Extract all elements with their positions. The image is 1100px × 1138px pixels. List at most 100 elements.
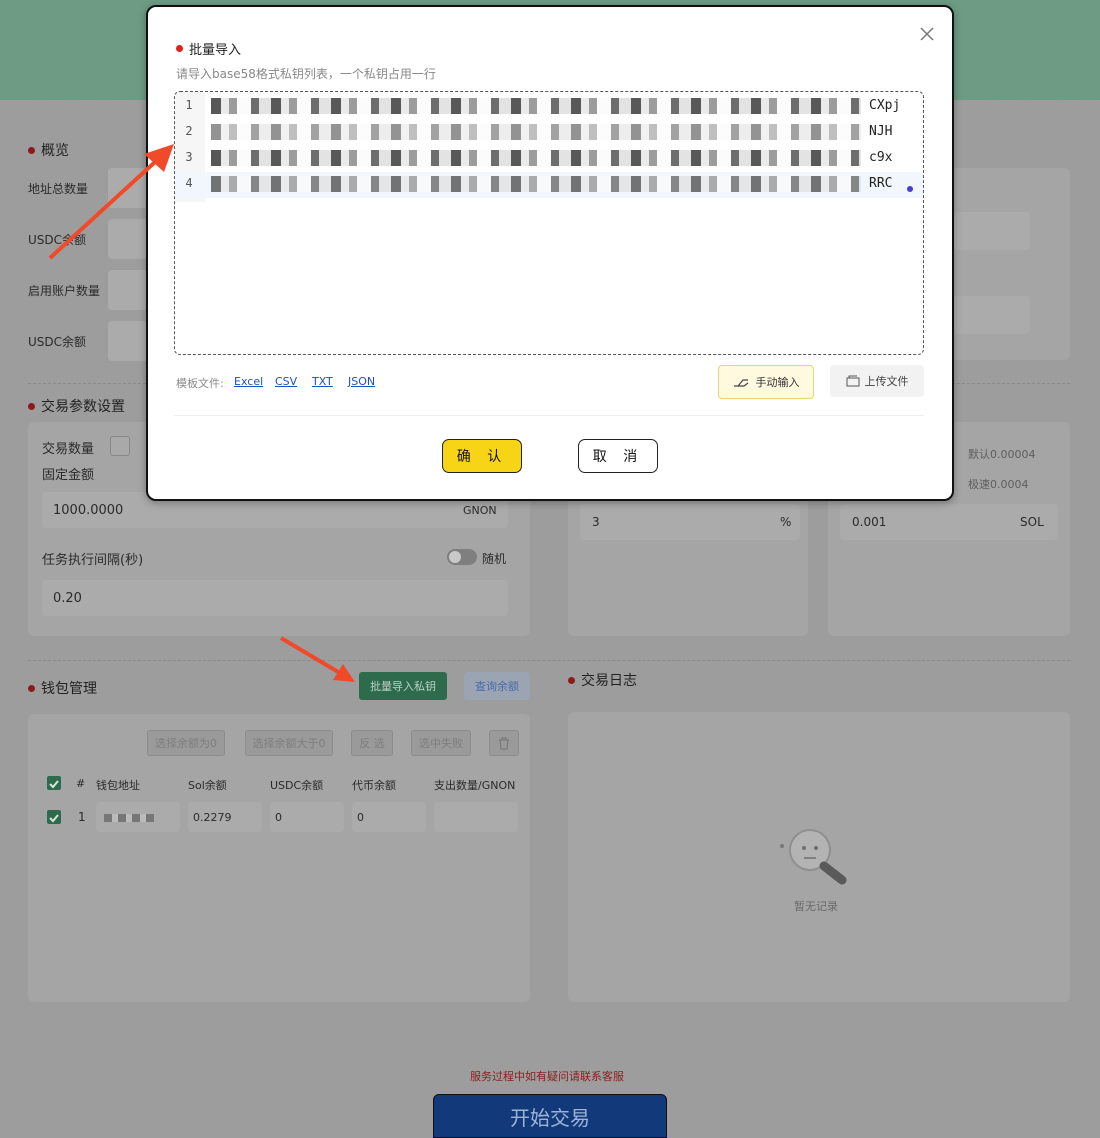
delete-button[interactable] bbox=[489, 730, 519, 756]
redacted-key bbox=[211, 98, 861, 114]
select-all-checkbox[interactable] bbox=[47, 776, 61, 790]
modal-divider bbox=[174, 415, 924, 416]
overview-row-label: USDC余额 bbox=[28, 335, 87, 349]
close-button[interactable] bbox=[918, 25, 936, 43]
key-tail: RRC bbox=[869, 176, 893, 191]
template-txt-link[interactable]: TXT bbox=[312, 375, 333, 388]
trash-icon bbox=[499, 736, 509, 750]
overview-field bbox=[108, 270, 148, 310]
editor-line-active: 4 RRC bbox=[175, 172, 923, 198]
interval-label: 任务执行间隔(秒) bbox=[42, 553, 144, 568]
divider bbox=[28, 660, 1070, 661]
log-empty-text: 暂无记录 bbox=[794, 900, 838, 913]
log-title: 交易日志 bbox=[568, 670, 637, 690]
toggle-knob bbox=[449, 551, 461, 563]
upload-icon bbox=[846, 375, 859, 387]
redacted-address bbox=[104, 814, 154, 822]
col-sol: Sol余额 bbox=[188, 779, 227, 792]
modal-title: 批量导入 bbox=[176, 39, 241, 58]
quantity-label: 交易数量 bbox=[42, 442, 95, 457]
random-label: 随机 bbox=[482, 552, 507, 566]
bullet-icon bbox=[28, 146, 35, 154]
template-excel-link[interactable]: Excel bbox=[234, 375, 263, 388]
random-toggle[interactable] bbox=[447, 549, 477, 565]
manual-input-button[interactable]: 手动输入 bbox=[718, 365, 814, 399]
row-token: 0 bbox=[357, 811, 364, 824]
fixed-amount-label: 固定金额 bbox=[42, 468, 95, 483]
batch-import-button[interactable]: 批量导入私钥 bbox=[359, 672, 447, 700]
overview-row-label: 地址总数量 bbox=[28, 182, 89, 196]
slippage-value: 3 bbox=[592, 515, 600, 529]
fee-default-option[interactable]: 默认0.00004 bbox=[968, 446, 1036, 462]
template-json-link[interactable]: JSON bbox=[348, 375, 375, 388]
close-icon bbox=[920, 27, 934, 41]
editor-line: 2 NJH bbox=[175, 120, 923, 146]
upload-file-button[interactable]: 上传文件 bbox=[830, 365, 924, 397]
check-icon bbox=[49, 780, 59, 789]
interval-input[interactable] bbox=[42, 580, 508, 616]
overview-field bbox=[108, 168, 148, 208]
line-number: 3 bbox=[185, 150, 193, 164]
template-csv-link[interactable]: CSV bbox=[275, 375, 297, 388]
col-usdc: USDC余额 bbox=[270, 779, 324, 792]
redacted-key bbox=[211, 150, 861, 166]
row-sol: 0.2279 bbox=[193, 811, 232, 824]
fee-value: 0.001 bbox=[852, 515, 887, 529]
modal-subtitle: 请导入base58格式私钥列表，一个私钥占用一行 bbox=[176, 67, 436, 81]
row-spend-input[interactable] bbox=[434, 802, 518, 832]
amount-unit: GNON bbox=[463, 504, 497, 517]
overview-row-label: USDC余额 bbox=[28, 233, 87, 247]
overview-right-field bbox=[950, 296, 1030, 334]
redacted-key bbox=[211, 176, 861, 192]
col-index: # bbox=[76, 777, 86, 790]
overview-right-field bbox=[950, 212, 1030, 250]
row-checkbox[interactable] bbox=[47, 810, 61, 824]
trade-params-title: 交易参数设置 bbox=[28, 396, 125, 416]
bullet-icon bbox=[28, 402, 35, 410]
redacted-key bbox=[211, 124, 861, 140]
col-spend: 支出数量/GNON bbox=[434, 779, 516, 792]
line-number: 2 bbox=[185, 124, 193, 138]
editor-line: 3 c9x bbox=[175, 146, 923, 172]
line-number: 1 bbox=[185, 98, 193, 112]
col-token: 代币余额 bbox=[352, 779, 396, 792]
service-note: 服务过程中如有疑问请联系客服 bbox=[470, 1070, 624, 1083]
line-number: 4 bbox=[185, 176, 193, 190]
wallet-panel bbox=[28, 714, 530, 1002]
row-address bbox=[96, 802, 180, 832]
bullet-icon bbox=[568, 676, 575, 684]
overview-row-label: 启用账户数量 bbox=[28, 284, 101, 298]
row-usdc: 0 bbox=[275, 811, 282, 824]
invert-selection-button[interactable]: 反 选 bbox=[351, 730, 393, 756]
fee-fast-option[interactable]: 极速0.0004 bbox=[968, 476, 1029, 492]
wallet-title: 钱包管理 bbox=[28, 678, 97, 698]
row-index: 1 bbox=[78, 810, 86, 824]
cursor-dot bbox=[907, 186, 913, 192]
key-tail: c9x bbox=[869, 150, 893, 165]
amount-value: 1000.0000 bbox=[53, 503, 124, 518]
template-label: 模板文件: bbox=[176, 377, 224, 390]
cancel-button[interactable]: 取 消 bbox=[578, 439, 658, 473]
bullet-icon bbox=[28, 684, 35, 692]
private-key-editor[interactable]: 1 CXpj 2 NJH 3 c9x 4 RRC bbox=[174, 91, 924, 355]
select-failed-button[interactable]: 选中失败 bbox=[411, 730, 471, 756]
select-positive-balance-button[interactable]: 选择余额大于0 bbox=[245, 730, 333, 756]
start-trade-button[interactable]: 开始交易 bbox=[433, 1094, 667, 1138]
batch-import-modal: 批量导入 请导入base58格式私钥列表，一个私钥占用一行 1 CXpj 2 N… bbox=[146, 5, 954, 501]
overview-title: 概览 bbox=[28, 140, 69, 160]
overview-field bbox=[108, 219, 148, 259]
overview-field bbox=[108, 321, 148, 361]
hand-icon bbox=[733, 379, 748, 387]
confirm-button[interactable]: 确 认 bbox=[442, 439, 522, 473]
fee-unit: SOL bbox=[1020, 515, 1044, 529]
slippage-input[interactable] bbox=[580, 504, 800, 540]
editor-line: 1 CXpj bbox=[175, 94, 923, 120]
quantity-checkbox[interactable] bbox=[110, 436, 130, 456]
slippage-unit: % bbox=[780, 515, 792, 529]
empty-magnifier-icon bbox=[780, 829, 847, 885]
bullet-icon bbox=[176, 45, 183, 52]
query-balance-button[interactable]: 查询余额 bbox=[464, 672, 530, 700]
key-tail: CXpj bbox=[869, 98, 901, 113]
interval-value: 0.20 bbox=[53, 591, 82, 606]
select-zero-balance-button[interactable]: 选择余额为0 bbox=[147, 730, 225, 756]
